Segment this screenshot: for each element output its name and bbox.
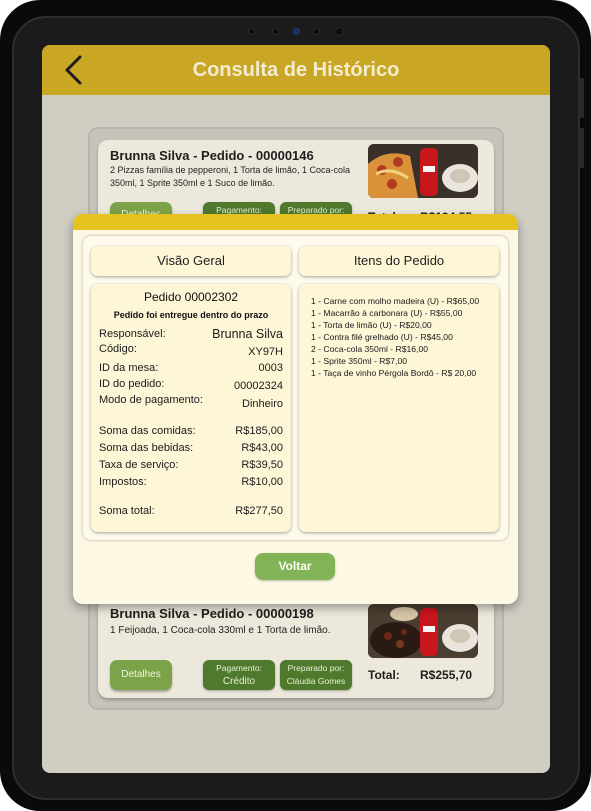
field-value: R$43,00 (241, 442, 283, 454)
total-value: R$255,70 (420, 668, 473, 682)
order-details-modal: Visão Geral Itens do Pedido Pedido 00002… (73, 214, 518, 604)
camera-dot (248, 28, 255, 35)
field-label: Taxa de serviço: (99, 459, 179, 471)
order-item: 1 - Sprite 350ml - R$7,00 (311, 356, 408, 366)
field-label: ID do pedido: (99, 378, 165, 390)
tab-overview[interactable]: Visão Geral (91, 246, 291, 276)
field-value: 00002324 (234, 380, 283, 392)
total-label: Total: (368, 668, 400, 682)
order-title: Brunna Silva - Pedido - 00000146 (110, 148, 314, 163)
field-label: Código: (99, 343, 137, 355)
order-item: 2 - Coca-cola 350ml - R$16,00 (311, 344, 429, 354)
prepared-by-value: Cláudia Gomes (286, 676, 346, 686)
field-label: Soma total: (99, 505, 155, 517)
field-label: Soma das bebidas: (99, 442, 194, 454)
field-value: Dinheiro (242, 398, 283, 410)
delivery-status: Pedido foi entregue dentro do prazo (113, 310, 269, 320)
field-label: Soma das comidas: (99, 425, 196, 437)
camera-lens (293, 28, 300, 35)
field-label: Responsável: (99, 328, 166, 340)
sensor-dot (272, 28, 279, 35)
order-items-panel: 1 - Carne com molho madeira (U) - R$65,0… (299, 284, 499, 532)
details-button[interactable]: Detalhes (110, 660, 172, 690)
field-label: Modo de pagamento: (99, 394, 203, 406)
front-camera (335, 27, 344, 36)
order-number: Pedido 00002302 (143, 290, 239, 304)
field-value: R$10,00 (241, 476, 283, 488)
payment-badge: Pagamento: Crédito (203, 660, 275, 690)
overview-panel: Pedido 00002302 Pedido foi entregue dent… (91, 284, 291, 532)
field-value: 0003 (258, 362, 283, 374)
tablet-frame: Consulta de Histórico Brunna Silva - Ped… (0, 0, 591, 811)
field-value: R$277,50 (235, 505, 283, 517)
modal-accent-bar (73, 214, 518, 230)
payment-value: Crédito (222, 676, 256, 687)
field-label: Impostos: (99, 476, 147, 488)
payment-label: Pagamento: (216, 663, 262, 673)
order-item: 1 - Torta de limão (U) - R$20,00 (311, 320, 432, 330)
order-item: 1 - Carne com molho madeira (U) - R$65,0… (311, 296, 480, 306)
order-card[interactable]: Brunna Silva - Pedido - 00000198 1 Feijo… (98, 600, 494, 698)
order-image (368, 144, 478, 198)
field-value: Brunna Silva (212, 327, 283, 341)
order-description: 1 Feijoada, 1 Coca-cola 330ml e 1 Torta … (110, 625, 331, 636)
tab-order-items[interactable]: Itens do Pedido (299, 246, 499, 276)
prepared-by-badge: Preparado por: Cláudia Gomes (280, 660, 352, 690)
back-button[interactable]: Voltar (255, 553, 335, 580)
field-value: R$39,50 (241, 459, 283, 471)
modal-content: Visão Geral Itens do Pedido Pedido 00002… (83, 236, 508, 540)
page-title: Consulta de Histórico (192, 59, 400, 81)
volume-button (579, 78, 584, 118)
volume-button-2 (579, 128, 584, 168)
app-bar: Consulta de Histórico (42, 45, 550, 95)
field-value: R$185,00 (235, 425, 283, 437)
sensor-dot-2 (313, 28, 320, 35)
order-description: 2 Pizzas família de pepperoni, 1 Torta d… (110, 165, 350, 188)
order-item: 1 - Macarrão à carbonara (U) - R$55,00 (311, 308, 463, 318)
prepared-by-label: Preparado por: (287, 663, 345, 673)
order-title: Brunna Silva - Pedido - 00000198 (110, 606, 314, 621)
order-image (368, 604, 478, 658)
field-label: ID da mesa: (99, 362, 159, 374)
field-value: XY97H (248, 346, 283, 358)
order-item: 1 - Contra filé grelhado (U) - R$45,00 (311, 332, 453, 342)
order-item: 1 - Taça de vinho Pérgola Bordô - R$ 20,… (311, 368, 477, 378)
